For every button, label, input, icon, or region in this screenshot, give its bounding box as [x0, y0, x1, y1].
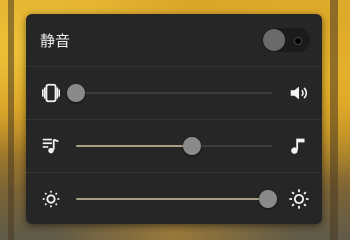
tree-trunk: [8, 0, 14, 240]
brightness-slider[interactable]: [76, 190, 278, 208]
brightness-low-icon[interactable]: [40, 188, 62, 210]
media-volume-row: [26, 119, 322, 172]
tree-trunk: [330, 0, 338, 240]
ringer-volume-slider[interactable]: [67, 84, 272, 102]
vibrate-icon[interactable]: [40, 82, 62, 104]
toggle-indicator: [294, 37, 302, 45]
ringer-volume-row: [26, 66, 322, 119]
music-notes-icon[interactable]: [40, 135, 62, 157]
slider-thumb[interactable]: [259, 190, 278, 208]
quick-settings-panel: 静音: [26, 14, 322, 224]
mute-label: 静音: [40, 32, 71, 50]
slider-thumb[interactable]: [182, 137, 201, 155]
music-note-icon[interactable]: [288, 135, 310, 157]
speaker-volume-icon[interactable]: [288, 82, 310, 104]
mute-toggle[interactable]: [262, 28, 310, 52]
toggle-knob: [263, 29, 285, 51]
slider-fill: [76, 145, 192, 147]
slider-fill: [76, 198, 269, 200]
mute-row: 静音: [26, 14, 322, 66]
brightness-high-icon[interactable]: [288, 188, 310, 210]
media-volume-slider[interactable]: [76, 137, 272, 155]
brightness-row: [26, 172, 322, 224]
slider-thumb[interactable]: [67, 84, 85, 102]
